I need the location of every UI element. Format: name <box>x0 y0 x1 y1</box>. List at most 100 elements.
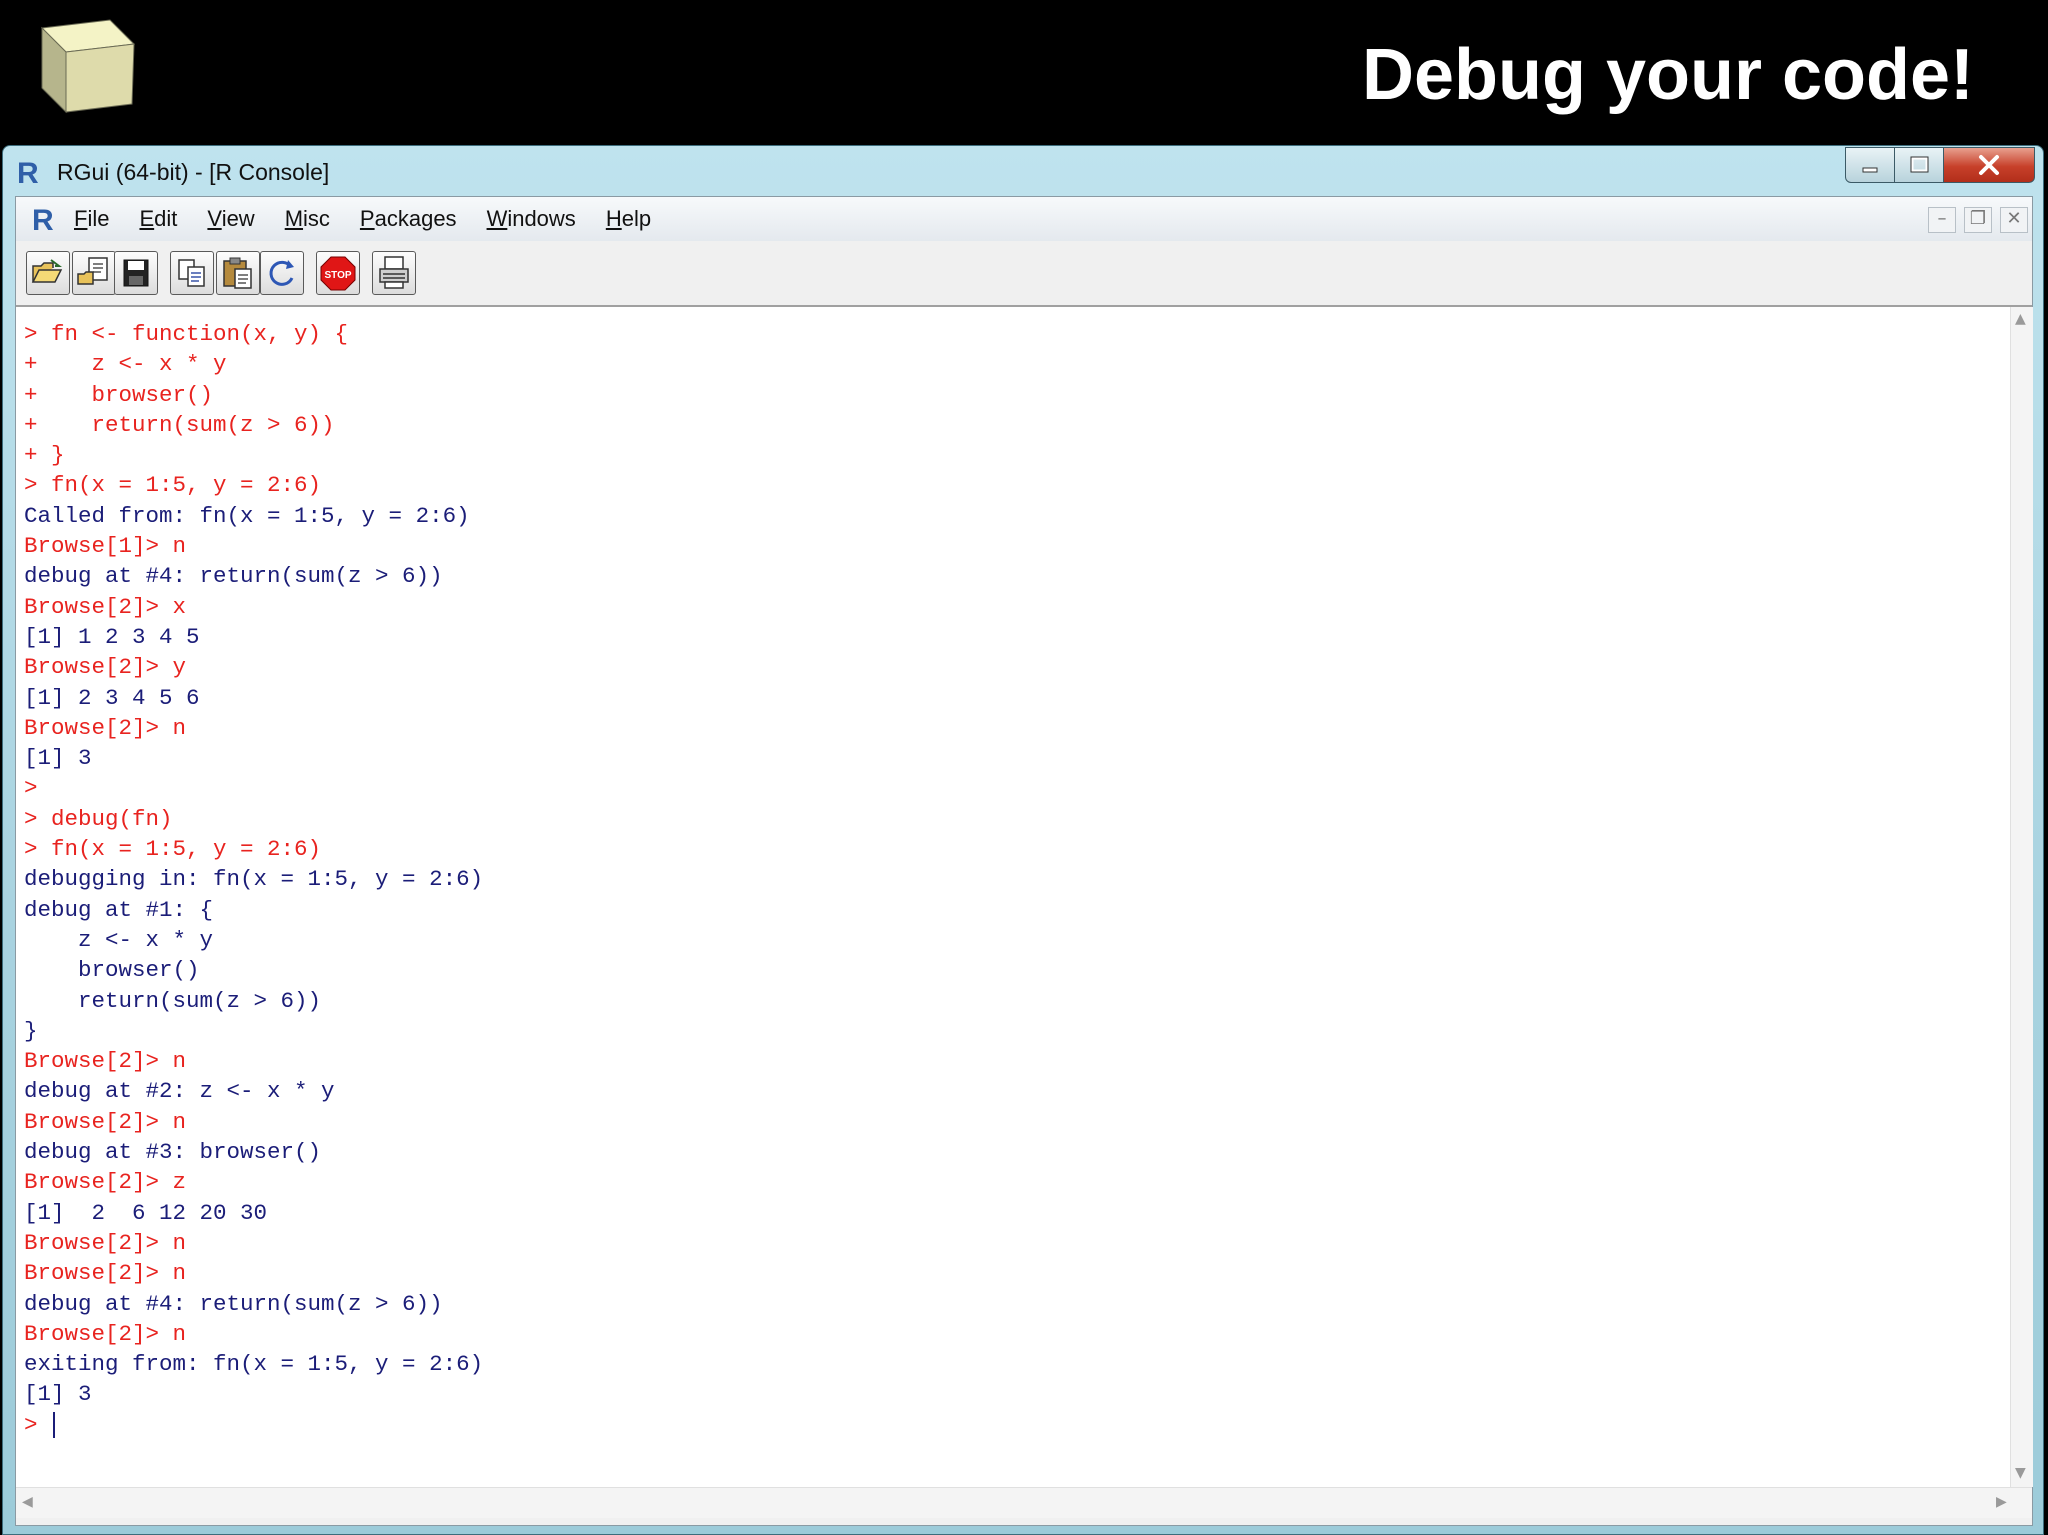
scroll-down-arrow-icon[interactable]: ▼ <box>2015 1465 2026 1481</box>
console-line-text: Browse[2]> n <box>24 1260 187 1287</box>
console-output-line: [1] 3 <box>24 743 483 773</box>
console-line-text: [1] 2 6 12 20 30 <box>24 1199 268 1226</box>
close-button[interactable] <box>1943 147 2035 183</box>
console-line-text: + z <- x * y <box>24 351 227 378</box>
svg-text:R: R <box>32 204 54 235</box>
load-workspace-icon <box>77 257 108 285</box>
scroll-up-arrow-icon[interactable]: ▲ <box>2015 311 2026 327</box>
minimize-button[interactable] <box>1845 147 1895 183</box>
console-line-text: Browse[2]> n <box>24 1229 187 1256</box>
menu-accelerator-key: P <box>359 206 375 231</box>
console-line-text: [1] 2 3 4 5 6 <box>24 684 200 711</box>
minimize-icon: – <box>1937 208 1947 229</box>
console-output-line: [1] 3 <box>24 1379 483 1409</box>
scroll-left-arrow-icon[interactable]: ◀ <box>22 1494 33 1510</box>
window-title: RGui (64-bit) - [R Console] <box>57 159 330 185</box>
refresh-icon <box>269 260 294 286</box>
console-line-text: + } <box>24 442 65 469</box>
console-input-line: Browse[2]> x <box>24 592 483 622</box>
console-input-line: + z <- x * y <box>24 349 483 379</box>
console-input-line: > <box>24 773 483 803</box>
menu-label: iew <box>221 206 255 231</box>
console-line-text: Browse[2]> n <box>24 1048 187 1075</box>
menu-view[interactable]: View <box>205 197 256 241</box>
stop-button[interactable]: STOP <box>316 251 360 295</box>
text-cursor <box>53 1411 56 1438</box>
console-line-text: > <box>24 775 38 802</box>
console-input-line: > fn <- function(x, y) { <box>24 319 483 349</box>
console-line-text: > debug(fn) <box>24 805 173 832</box>
r-console-output[interactable]: > fn <- function(x, y) {+ z <- x * y + br… <box>16 307 2010 1487</box>
child-restore-button[interactable]: ❐ <box>1964 207 1992 233</box>
console-output-line: exiting from: fn(x = 1:5, y = 2:6) <box>24 1349 483 1379</box>
console-input-line: Browse[2]> z <box>24 1167 483 1197</box>
console-output-line: debugging in: fn(x = 1:5, y = 2:6) <box>24 864 483 894</box>
menu-packages[interactable]: Packages <box>358 197 459 241</box>
svg-text:R: R <box>17 157 39 188</box>
console-line-text: > fn(x = 1:5, y = 2:6) <box>24 836 322 863</box>
console-line-text: debug at #4: return(sum(z > 6)) <box>24 563 443 590</box>
slide-title: Debug your code! <box>1361 35 1974 115</box>
open-script-icon <box>31 259 63 283</box>
refresh-button[interactable] <box>260 251 304 295</box>
menu-file[interactable]: File <box>72 197 111 241</box>
paste-button[interactable] <box>216 251 260 295</box>
console-output-line: debug at #4: return(sum(z > 6)) <box>24 1289 483 1319</box>
console-output-line: debug at #1: { <box>24 895 483 925</box>
menu-accelerator-key: H <box>605 206 622 231</box>
console-line-text: [1] 1 2 3 4 5 <box>24 623 200 650</box>
rgui-window: R RGui (64-bit) - [R Console] R File Edit… <box>2 145 2044 1535</box>
menu-help[interactable]: Help <box>604 197 653 241</box>
restore-icon: ❐ <box>1969 208 1987 229</box>
console-input-line: Browse[2]> n <box>24 1258 483 1288</box>
svg-text:STOP: STOP <box>324 270 351 281</box>
menu-misc[interactable]: Misc <box>283 197 332 241</box>
copy-button[interactable] <box>170 251 214 295</box>
console-input-line: + browser() <box>24 380 483 410</box>
console-line-text: return(sum(z > 6)) <box>24 987 322 1014</box>
console-line-text: browser() <box>24 957 200 984</box>
save-workspace-button[interactable] <box>114 251 158 295</box>
window-titlebar[interactable]: R RGui (64-bit) - [R Console] <box>3 146 2043 196</box>
menu-accelerator-key: W <box>486 206 508 231</box>
console-input-line: + } <box>24 440 483 470</box>
console-output-line: Called from: fn(x = 1:5, y = 2:6) <box>24 501 483 531</box>
console-line-text: + return(sum(z > 6)) <box>24 411 335 438</box>
console-input-line: Browse[2]> n <box>24 1107 483 1137</box>
print-button[interactable] <box>372 251 416 295</box>
console-input-line: > debug(fn) <box>24 804 483 834</box>
menu-label: indows <box>507 206 576 231</box>
console-input-line: > <box>24 1410 483 1440</box>
open-script-button[interactable] <box>26 251 70 295</box>
r-logo-icon: R <box>17 157 39 188</box>
console-input-line: + return(sum(z > 6)) <box>24 410 483 440</box>
child-close-button[interactable]: ✕ <box>2000 207 2028 233</box>
console-input-line: > fn(x = 1:5, y = 2:6) <box>24 470 483 500</box>
vertical-scrollbar[interactable]: ▲ ▼ <box>2010 307 2033 1487</box>
r-console-mdi-frame: R File Edit View Misc Packages Windows Help – … <box>15 196 2033 1526</box>
menu-edit[interactable]: Edit <box>137 197 179 241</box>
console-input-line: Browse[2]> n <box>24 713 483 743</box>
menu-windows[interactable]: Windows <box>485 197 578 241</box>
load-workspace-button[interactable] <box>72 251 116 295</box>
child-minimize-button[interactable]: – <box>1928 207 1956 233</box>
console-line-text: Browse[2]> z <box>24 1169 187 1196</box>
console-input-line: Browse[2]> n <box>24 1319 483 1349</box>
horizontal-scrollbar[interactable]: ◀ ▶ <box>16 1487 2032 1518</box>
console-line-text: debug at #4: return(sum(z > 6)) <box>24 1290 443 1317</box>
console-line-text: debug at #3: browser() <box>24 1139 322 1166</box>
scroll-right-arrow-icon[interactable]: ▶ <box>1996 1494 2007 1510</box>
console-input-line: Browse[2]> y <box>24 652 483 682</box>
console-output-line: z <- x * y <box>24 925 483 955</box>
console-line-text: Browse[2]> n <box>24 714 187 741</box>
maximize-button[interactable] <box>1894 147 1944 183</box>
cube-logo-icon <box>40 19 136 114</box>
console-line-text: } <box>24 1017 38 1044</box>
stop-icon: STOP <box>320 256 356 291</box>
console-output-line: debug at #3: browser() <box>24 1137 483 1167</box>
menu-bar: R File Edit View Misc Packages Windows Help – … <box>16 197 2032 242</box>
console-line-text: z <- x * y <box>24 926 214 953</box>
paste-icon <box>223 257 252 289</box>
menu-accelerator-key: M <box>284 206 304 231</box>
minimize-icon <box>1862 167 1878 173</box>
